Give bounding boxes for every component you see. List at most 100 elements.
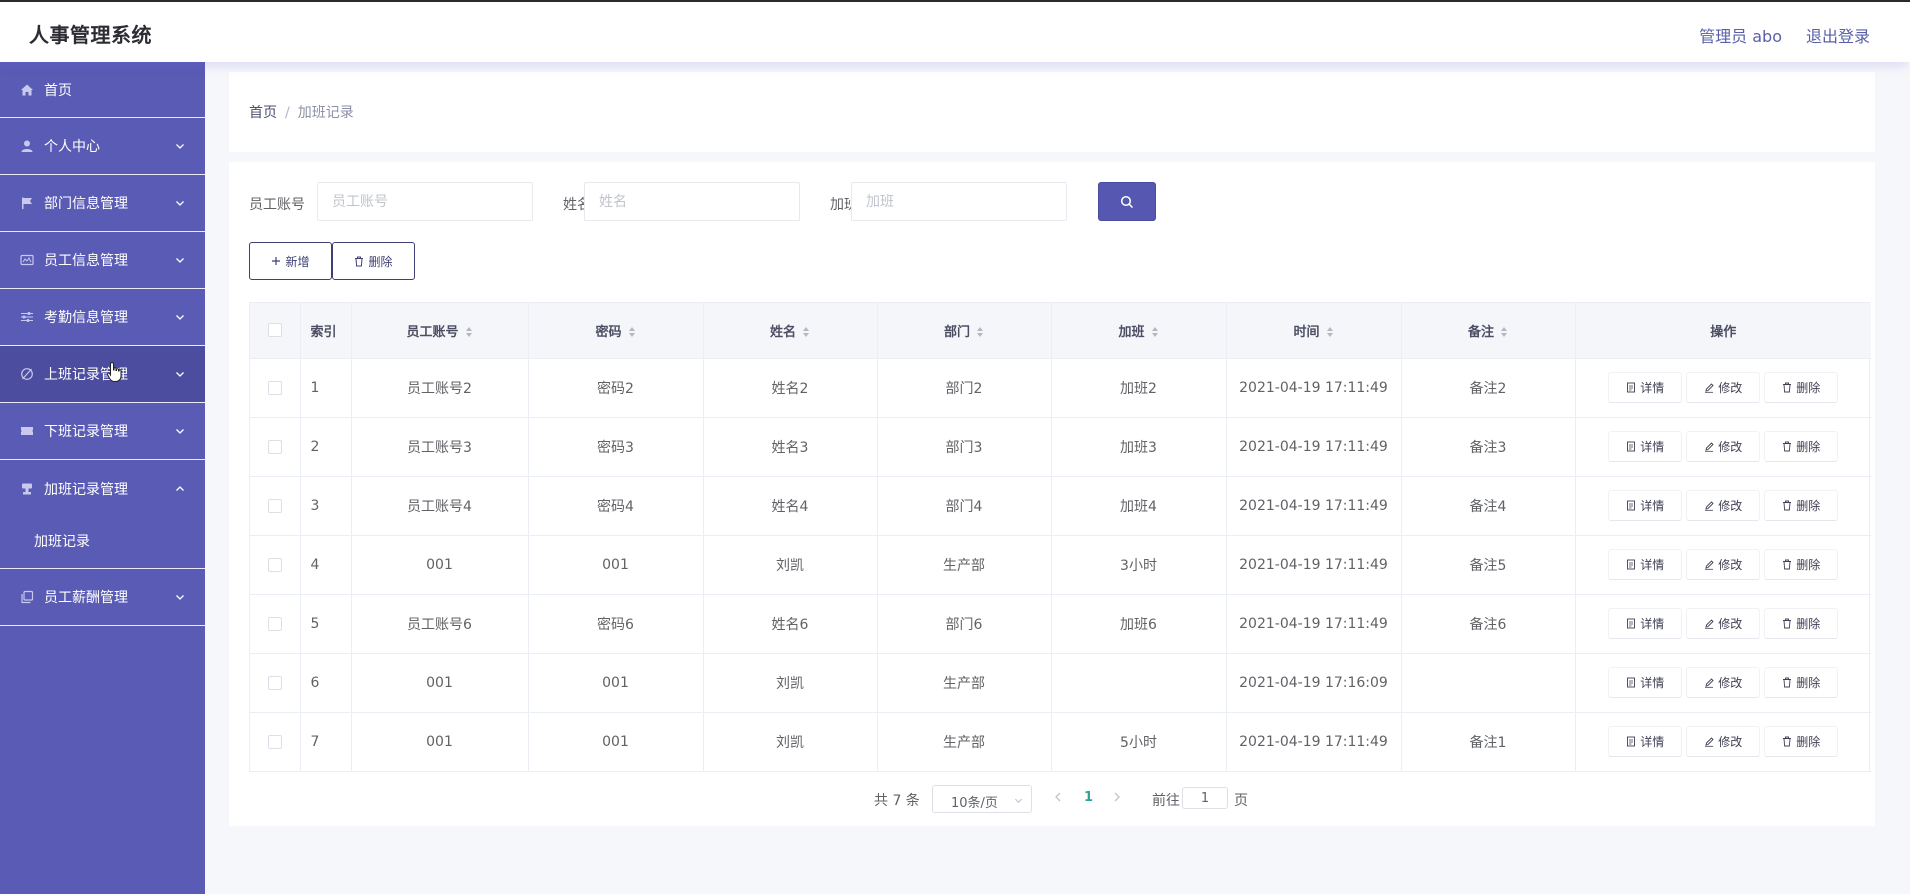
row-select-cell — [250, 535, 301, 595]
name-search-input[interactable] — [584, 182, 800, 221]
header-overtime[interactable]: 加班 — [1051, 303, 1227, 359]
detail-label: 详情 — [1640, 440, 1665, 454]
cell-remark: 备注5 — [1401, 535, 1576, 595]
sidebar-item-attendance[interactable]: 考勤信息管理 — [0, 289, 205, 346]
header-name[interactable]: 姓名 — [703, 303, 878, 359]
cell-account: 员工账号6 — [351, 594, 529, 654]
cell-remark — [1401, 653, 1576, 713]
overtime-search-input[interactable] — [851, 182, 1067, 221]
cell-time: 2021-04-19 17:11:49 — [1226, 535, 1402, 595]
cell-password: 密码4 — [528, 476, 704, 536]
cell-name: 刘凯 — [703, 712, 878, 772]
detail-button[interactable]: 详情 — [1609, 609, 1682, 638]
sidebar-subitem-overtime-records[interactable]: 加班记录 — [0, 517, 205, 568]
chevron-down-icon — [176, 595, 184, 600]
document-icon — [1627, 677, 1636, 688]
detail-button[interactable]: 详情 — [1609, 727, 1682, 756]
sidebar-item-home[interactable]: 首页 — [0, 62, 205, 118]
overtime-table: 索引 员工账号 密码 姓名 部门 加班 时间 备注 操作 1 员工账号2 密码2 姓名… — [249, 302, 1871, 772]
breadcrumb-home[interactable]: 首页 — [249, 105, 277, 121]
select-all-checkbox[interactable] — [267, 323, 282, 338]
detail-label: 详情 — [1640, 676, 1665, 690]
sidebar-item-profile[interactable]: 个人中心 — [0, 118, 205, 175]
delete-button[interactable]: 删除 — [1765, 550, 1838, 579]
row-checkbox[interactable] — [267, 498, 282, 513]
sidebar-item-salary[interactable]: 员工薪酬管理 — [0, 569, 205, 626]
row-checkbox[interactable] — [267, 557, 282, 572]
detail-button[interactable]: 详情 — [1609, 432, 1682, 461]
id-card-icon — [20, 253, 34, 267]
sort-icon — [803, 327, 809, 338]
sidebar-item-clock-out[interactable]: 下班记录管理 — [0, 403, 205, 460]
edit-button[interactable]: 修改 — [1687, 432, 1760, 461]
cell-ops: 详情 修改 删除 — [1575, 712, 1871, 772]
cell-overtime: 加班4 — [1051, 476, 1227, 536]
copy-icon — [20, 590, 34, 604]
edit-button[interactable]: 修改 — [1687, 550, 1760, 579]
chevron-down-icon — [176, 144, 184, 149]
edit-button[interactable]: 修改 — [1687, 668, 1760, 697]
detail-button[interactable]: 详情 — [1609, 373, 1682, 402]
delete-button[interactable]: 删除 — [1765, 373, 1838, 402]
page-number-current[interactable]: 1 — [1084, 790, 1093, 805]
table-row: 7 001 001 刘凯 生产部 5小时 2021-04-19 17:11:49 备注1 详情修… — [250, 712, 1871, 772]
detail-label: 详情 — [1640, 558, 1665, 572]
delete-label: 删除 — [1796, 617, 1821, 631]
delete-button[interactable]: 删除 — [1765, 432, 1838, 461]
edit-label: 修改 — [1718, 381, 1743, 395]
row-checkbox[interactable] — [267, 439, 282, 454]
delete-button[interactable]: 删除 — [1765, 668, 1838, 697]
sidebar-item-clock-in[interactable]: 上班记录管理 — [0, 346, 205, 403]
header-remark[interactable]: 备注 — [1401, 303, 1576, 359]
page-size-select[interactable]: 10条/页 — [932, 785, 1032, 813]
logout-link[interactable]: 退出登录 — [1806, 23, 1870, 47]
detail-button[interactable]: 详情 — [1609, 668, 1682, 697]
cell-account: 员工账号2 — [351, 358, 529, 418]
row-checkbox[interactable] — [267, 380, 282, 395]
cell-dept: 部门2 — [877, 358, 1052, 418]
row-checkbox[interactable] — [267, 734, 282, 749]
next-page-icon[interactable] — [1112, 790, 1122, 804]
edit-button[interactable]: 修改 — [1687, 491, 1760, 520]
row-select-cell — [250, 594, 301, 654]
sliders-icon — [20, 310, 34, 324]
goto-page-input[interactable] — [1182, 787, 1228, 809]
page-size-value: 10条/页 — [951, 796, 998, 811]
sidebar-item-employee[interactable]: 员工信息管理 — [0, 232, 205, 289]
detail-button[interactable]: 详情 — [1609, 550, 1682, 579]
delete-button[interactable]: 删除 — [1765, 727, 1838, 756]
header-time[interactable]: 时间 — [1226, 303, 1402, 359]
cell-dept: 部门3 — [877, 417, 1052, 477]
prev-page-icon[interactable] — [1053, 790, 1063, 804]
cell-dept: 部门6 — [877, 594, 1052, 654]
header-account[interactable]: 员工账号 — [351, 303, 529, 359]
cell-name: 姓名6 — [703, 594, 878, 654]
sidebar-item-overtime[interactable]: 加班记录管理 — [0, 460, 205, 517]
sidebar-item-label: 首页 — [44, 82, 72, 99]
detail-label: 详情 — [1640, 617, 1665, 631]
sidebar-item-department[interactable]: 部门信息管理 — [0, 175, 205, 232]
row-select-cell — [250, 653, 301, 713]
header-password[interactable]: 密码 — [528, 303, 704, 359]
edit-button[interactable]: 修改 — [1687, 727, 1760, 756]
cell-password: 密码3 — [528, 417, 704, 477]
edit-label: 修改 — [1718, 499, 1743, 513]
batch-delete-button[interactable]: 删除 — [332, 242, 415, 280]
account-search-input[interactable] — [317, 182, 533, 221]
row-checkbox[interactable] — [267, 616, 282, 631]
cell-name: 刘凯 — [703, 535, 878, 595]
cell-name: 姓名4 — [703, 476, 878, 536]
plus-icon — [272, 257, 281, 265]
cell-remark: 备注1 — [1401, 712, 1576, 772]
edit-button[interactable]: 修改 — [1687, 373, 1760, 402]
detail-button[interactable]: 详情 — [1609, 491, 1682, 520]
delete-button[interactable]: 删除 — [1765, 491, 1838, 520]
row-checkbox[interactable] — [267, 675, 282, 690]
edit-button[interactable]: 修改 — [1687, 609, 1760, 638]
cell-time: 2021-04-19 17:11:49 — [1226, 417, 1402, 477]
breadcrumb-separator: / — [285, 105, 290, 121]
add-button[interactable]: 新增 — [249, 242, 332, 280]
search-button[interactable] — [1098, 182, 1156, 221]
header-dept[interactable]: 部门 — [877, 303, 1052, 359]
delete-button[interactable]: 删除 — [1765, 609, 1838, 638]
